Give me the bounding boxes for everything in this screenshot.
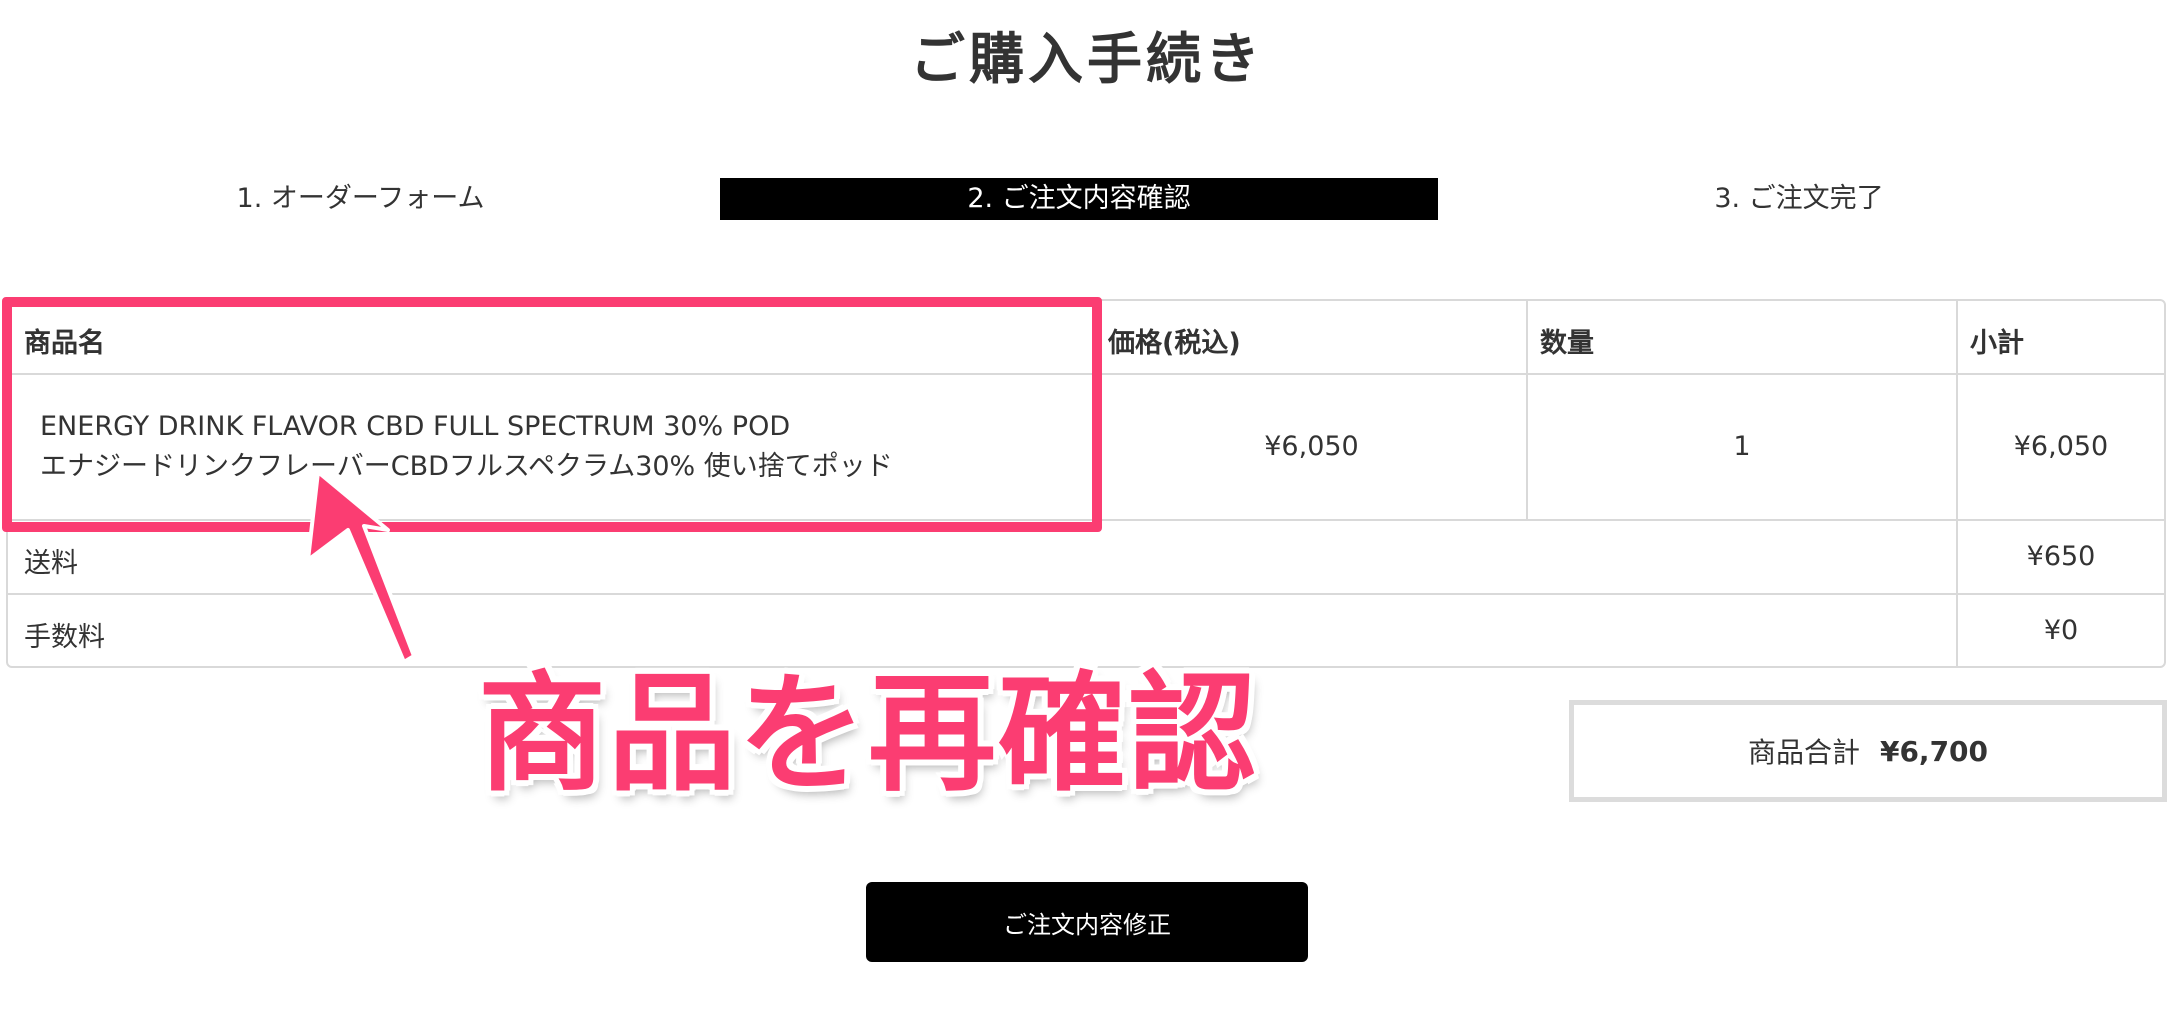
header-qty: 数量 <box>1540 328 1594 359</box>
col-divider <box>1526 301 1528 521</box>
item-qty: 1 <box>1733 431 1751 462</box>
item-price: ¥6,050 <box>1264 431 1359 462</box>
row-divider <box>8 593 2164 595</box>
header-price: 価格(税込) <box>1108 328 1241 359</box>
row-divider <box>8 519 2164 521</box>
cart-table: 商品名 価格(税込) 数量 小計 ENERGY DRINK FLAVOR CBD… <box>6 299 2166 668</box>
step-order-form: 1. オーダーフォーム <box>236 183 485 214</box>
fee-label: 手数料 <box>24 622 105 653</box>
page-title: ご購入手続き <box>909 27 1264 91</box>
annotation-label: 商品を再確認 <box>478 660 1259 809</box>
product-name: ENERGY DRINK FLAVOR CBD FULL SPECTRUM 30… <box>40 407 893 487</box>
col-divider <box>1956 301 1958 666</box>
header-subtotal: 小計 <box>1970 328 2024 359</box>
header-product: 商品名 <box>24 328 105 359</box>
product-name-ja: エナジードリンクフレーバーCBDフルスペクラム30% 使い捨てポッド <box>40 451 893 482</box>
item-subtotal: ¥6,050 <box>2013 431 2109 462</box>
step-order-confirm: 2. ご注文内容確認 <box>720 178 1438 220</box>
edit-order-button[interactable]: ご注文内容修正 <box>866 882 1308 962</box>
checkout-steps: 1. オーダーフォーム 2. ご注文内容確認 3. ご注文完了 <box>0 178 2174 220</box>
product-name-en: ENERGY DRINK FLAVOR CBD FULL SPECTRUM 30… <box>40 411 791 442</box>
order-total: 商品合計 ¥6,700 <box>1569 700 2167 802</box>
row-divider <box>8 373 2164 375</box>
total-value: ¥6,700 <box>1879 734 1989 768</box>
shipping-value: ¥650 <box>2026 541 2096 572</box>
total-label: 商品合計 <box>1747 736 1860 769</box>
shipping-label: 送料 <box>24 548 78 579</box>
step-order-complete: 3. ご注文完了 <box>1714 183 1884 214</box>
fee-value: ¥0 <box>2043 615 2079 646</box>
col-divider <box>1095 301 1097 521</box>
